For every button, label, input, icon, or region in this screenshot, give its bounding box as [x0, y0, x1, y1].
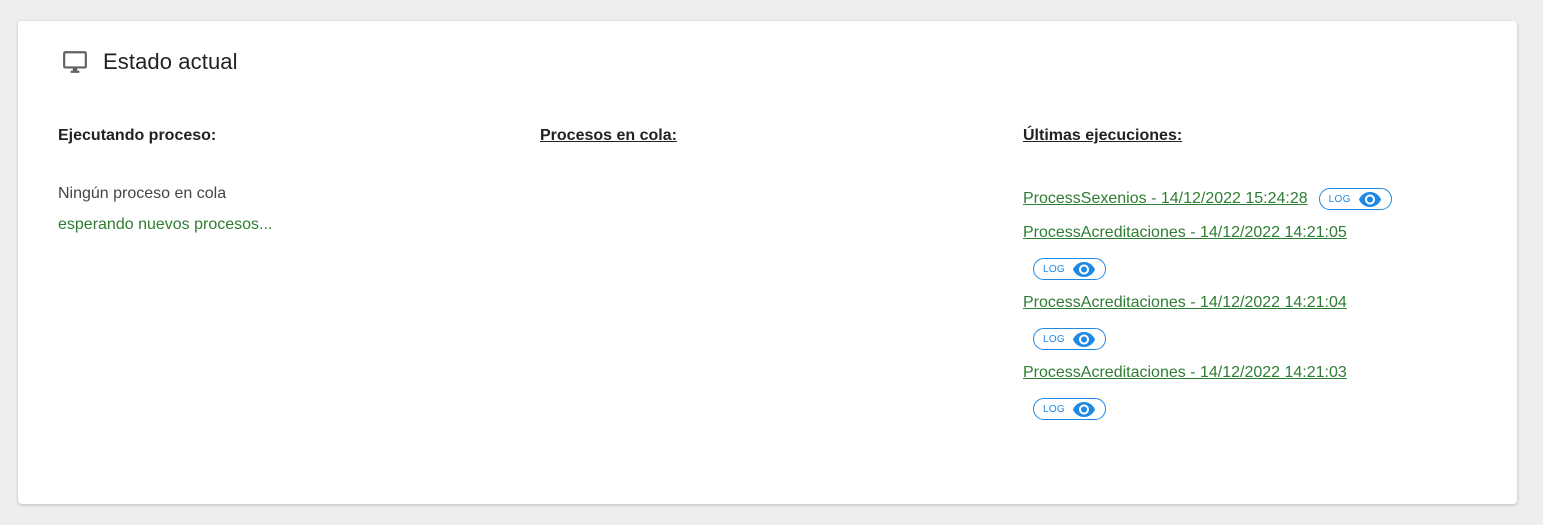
queue-section: Procesos en cola:	[540, 126, 1000, 146]
running-process-section: Ejecutando proceso: Ningún proceso en co…	[58, 126, 518, 235]
recent-executions-list: ProcessSexenios - 14/12/2022 15:24:28 LO…	[1023, 188, 1503, 420]
execution-link[interactable]: ProcessSexenios - 14/12/2022 15:24:28	[1023, 188, 1308, 210]
running-status-text: Ningún proceso en cola	[58, 185, 227, 202]
log-label: LOG	[1042, 263, 1066, 275]
execution-item: ProcessAcreditaciones - 14/12/2022 14:21…	[1023, 362, 1503, 420]
execution-link[interactable]: ProcessAcreditaciones - 14/12/2022 14:21…	[1023, 294, 1347, 311]
log-button[interactable]: LOG	[1033, 398, 1106, 420]
execution-item: ProcessSexenios - 14/12/2022 15:24:28 LO…	[1023, 188, 1503, 210]
monitor-icon	[62, 49, 88, 75]
recent-executions-section: Últimas ejecuciones: ProcessSexenios - 1…	[1023, 126, 1503, 436]
page-title: Estado actual	[103, 49, 238, 74]
eye-icon	[1072, 331, 1096, 347]
status-card: Estado actual Ejecutando proceso: Ningún…	[18, 21, 1517, 504]
queue-title: Procesos en cola:	[540, 127, 677, 144]
execution-item: ProcessAcreditaciones - 14/12/2022 14:21…	[1023, 222, 1503, 280]
execution-link[interactable]: ProcessAcreditaciones - 14/12/2022 14:21…	[1023, 364, 1347, 381]
log-button[interactable]: LOG	[1318, 188, 1392, 210]
waiting-text: esperando nuevos procesos...	[58, 216, 273, 233]
eye-icon	[1072, 261, 1096, 277]
log-label: LOG	[1328, 193, 1351, 205]
running-process-title: Ejecutando proceso:	[58, 127, 217, 144]
log-button[interactable]: LOG	[1033, 328, 1106, 350]
log-button[interactable]: LOG	[1033, 258, 1106, 280]
execution-link[interactable]: ProcessAcreditaciones - 14/12/2022 14:21…	[1023, 224, 1347, 241]
recent-executions-title: Últimas ejecuciones:	[1023, 127, 1183, 144]
card-header: Estado actual	[62, 49, 238, 75]
log-label: LOG	[1042, 403, 1066, 415]
execution-item: ProcessAcreditaciones - 14/12/2022 14:21…	[1023, 292, 1503, 350]
log-label: LOG	[1042, 333, 1066, 345]
eye-icon	[1072, 401, 1096, 417]
eye-icon	[1358, 191, 1382, 207]
